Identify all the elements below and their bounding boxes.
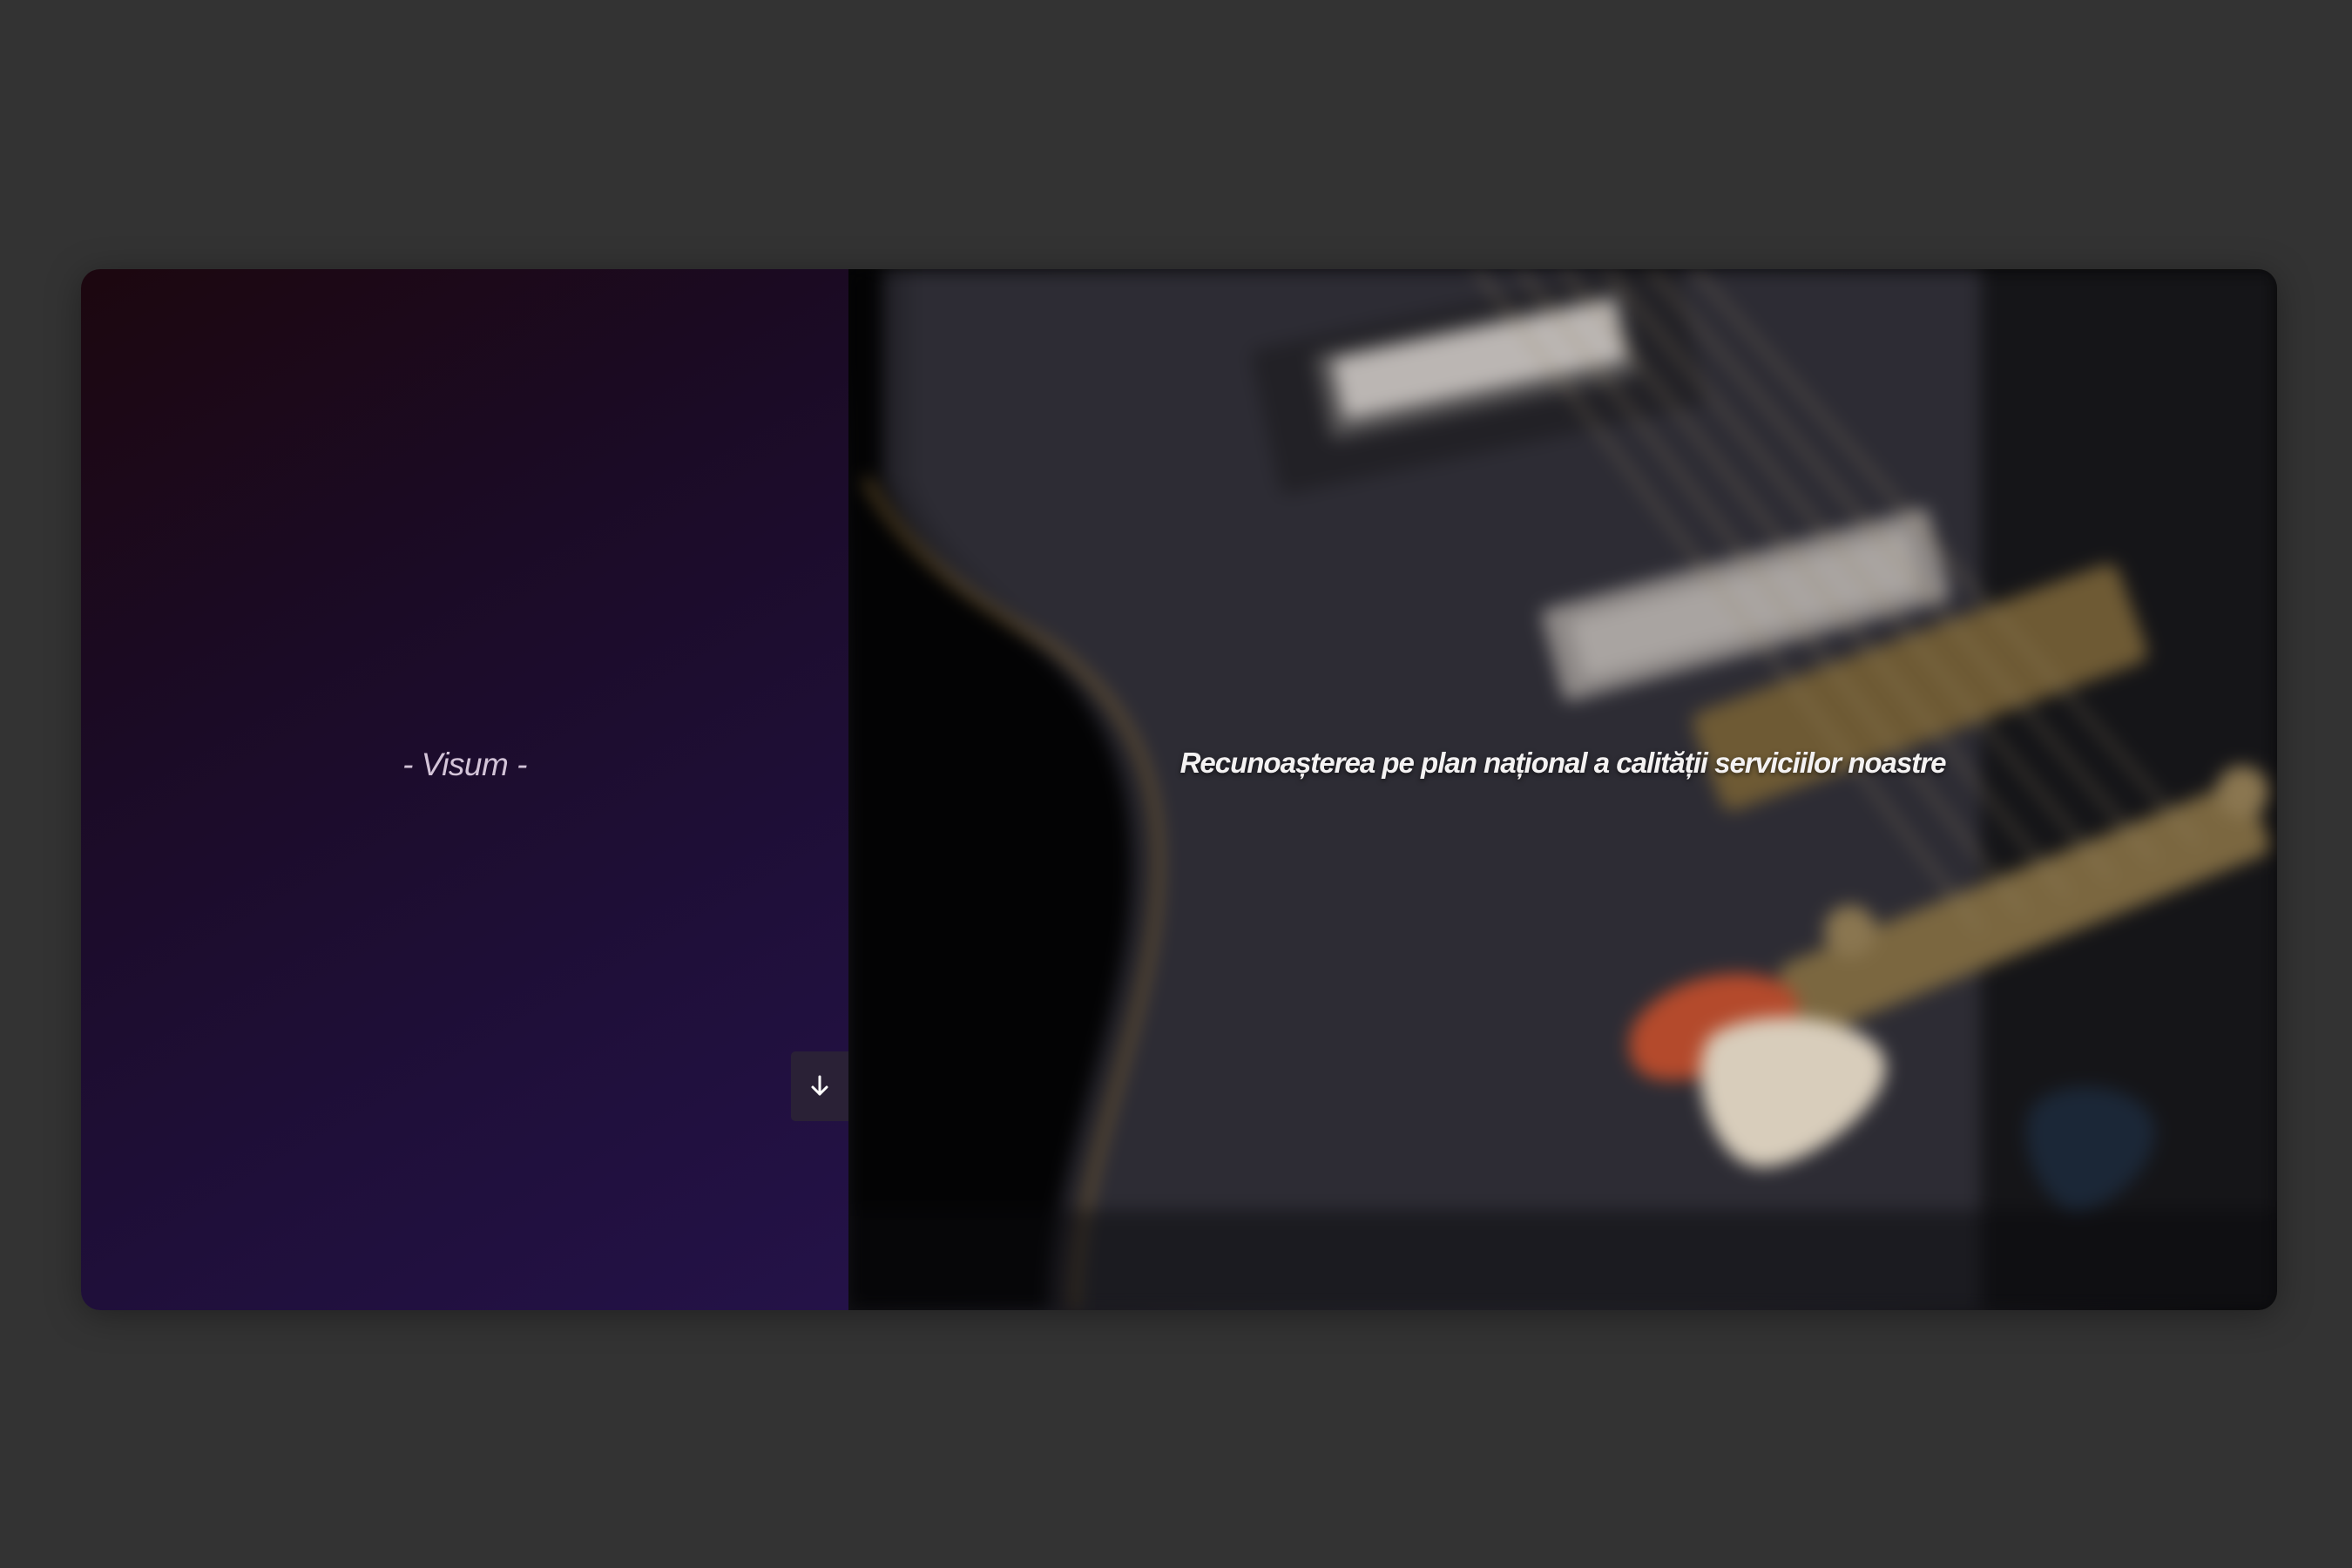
hero-tagline: Recunoașterea pe plan național a calităț… xyxy=(1179,747,1947,779)
hero-card: - Visum - Recunoașterea pe plan național… xyxy=(81,269,2277,1310)
hero-image-panel: Recunoașterea pe plan național a calităț… xyxy=(848,269,2277,1310)
brand-title: - Visum - xyxy=(402,747,527,782)
scroll-down-button[interactable] xyxy=(791,1051,848,1121)
arrow-down-icon xyxy=(810,1075,829,1098)
hero-left-panel: - Visum - xyxy=(81,269,848,1310)
guitar-background-image xyxy=(848,269,2277,1310)
